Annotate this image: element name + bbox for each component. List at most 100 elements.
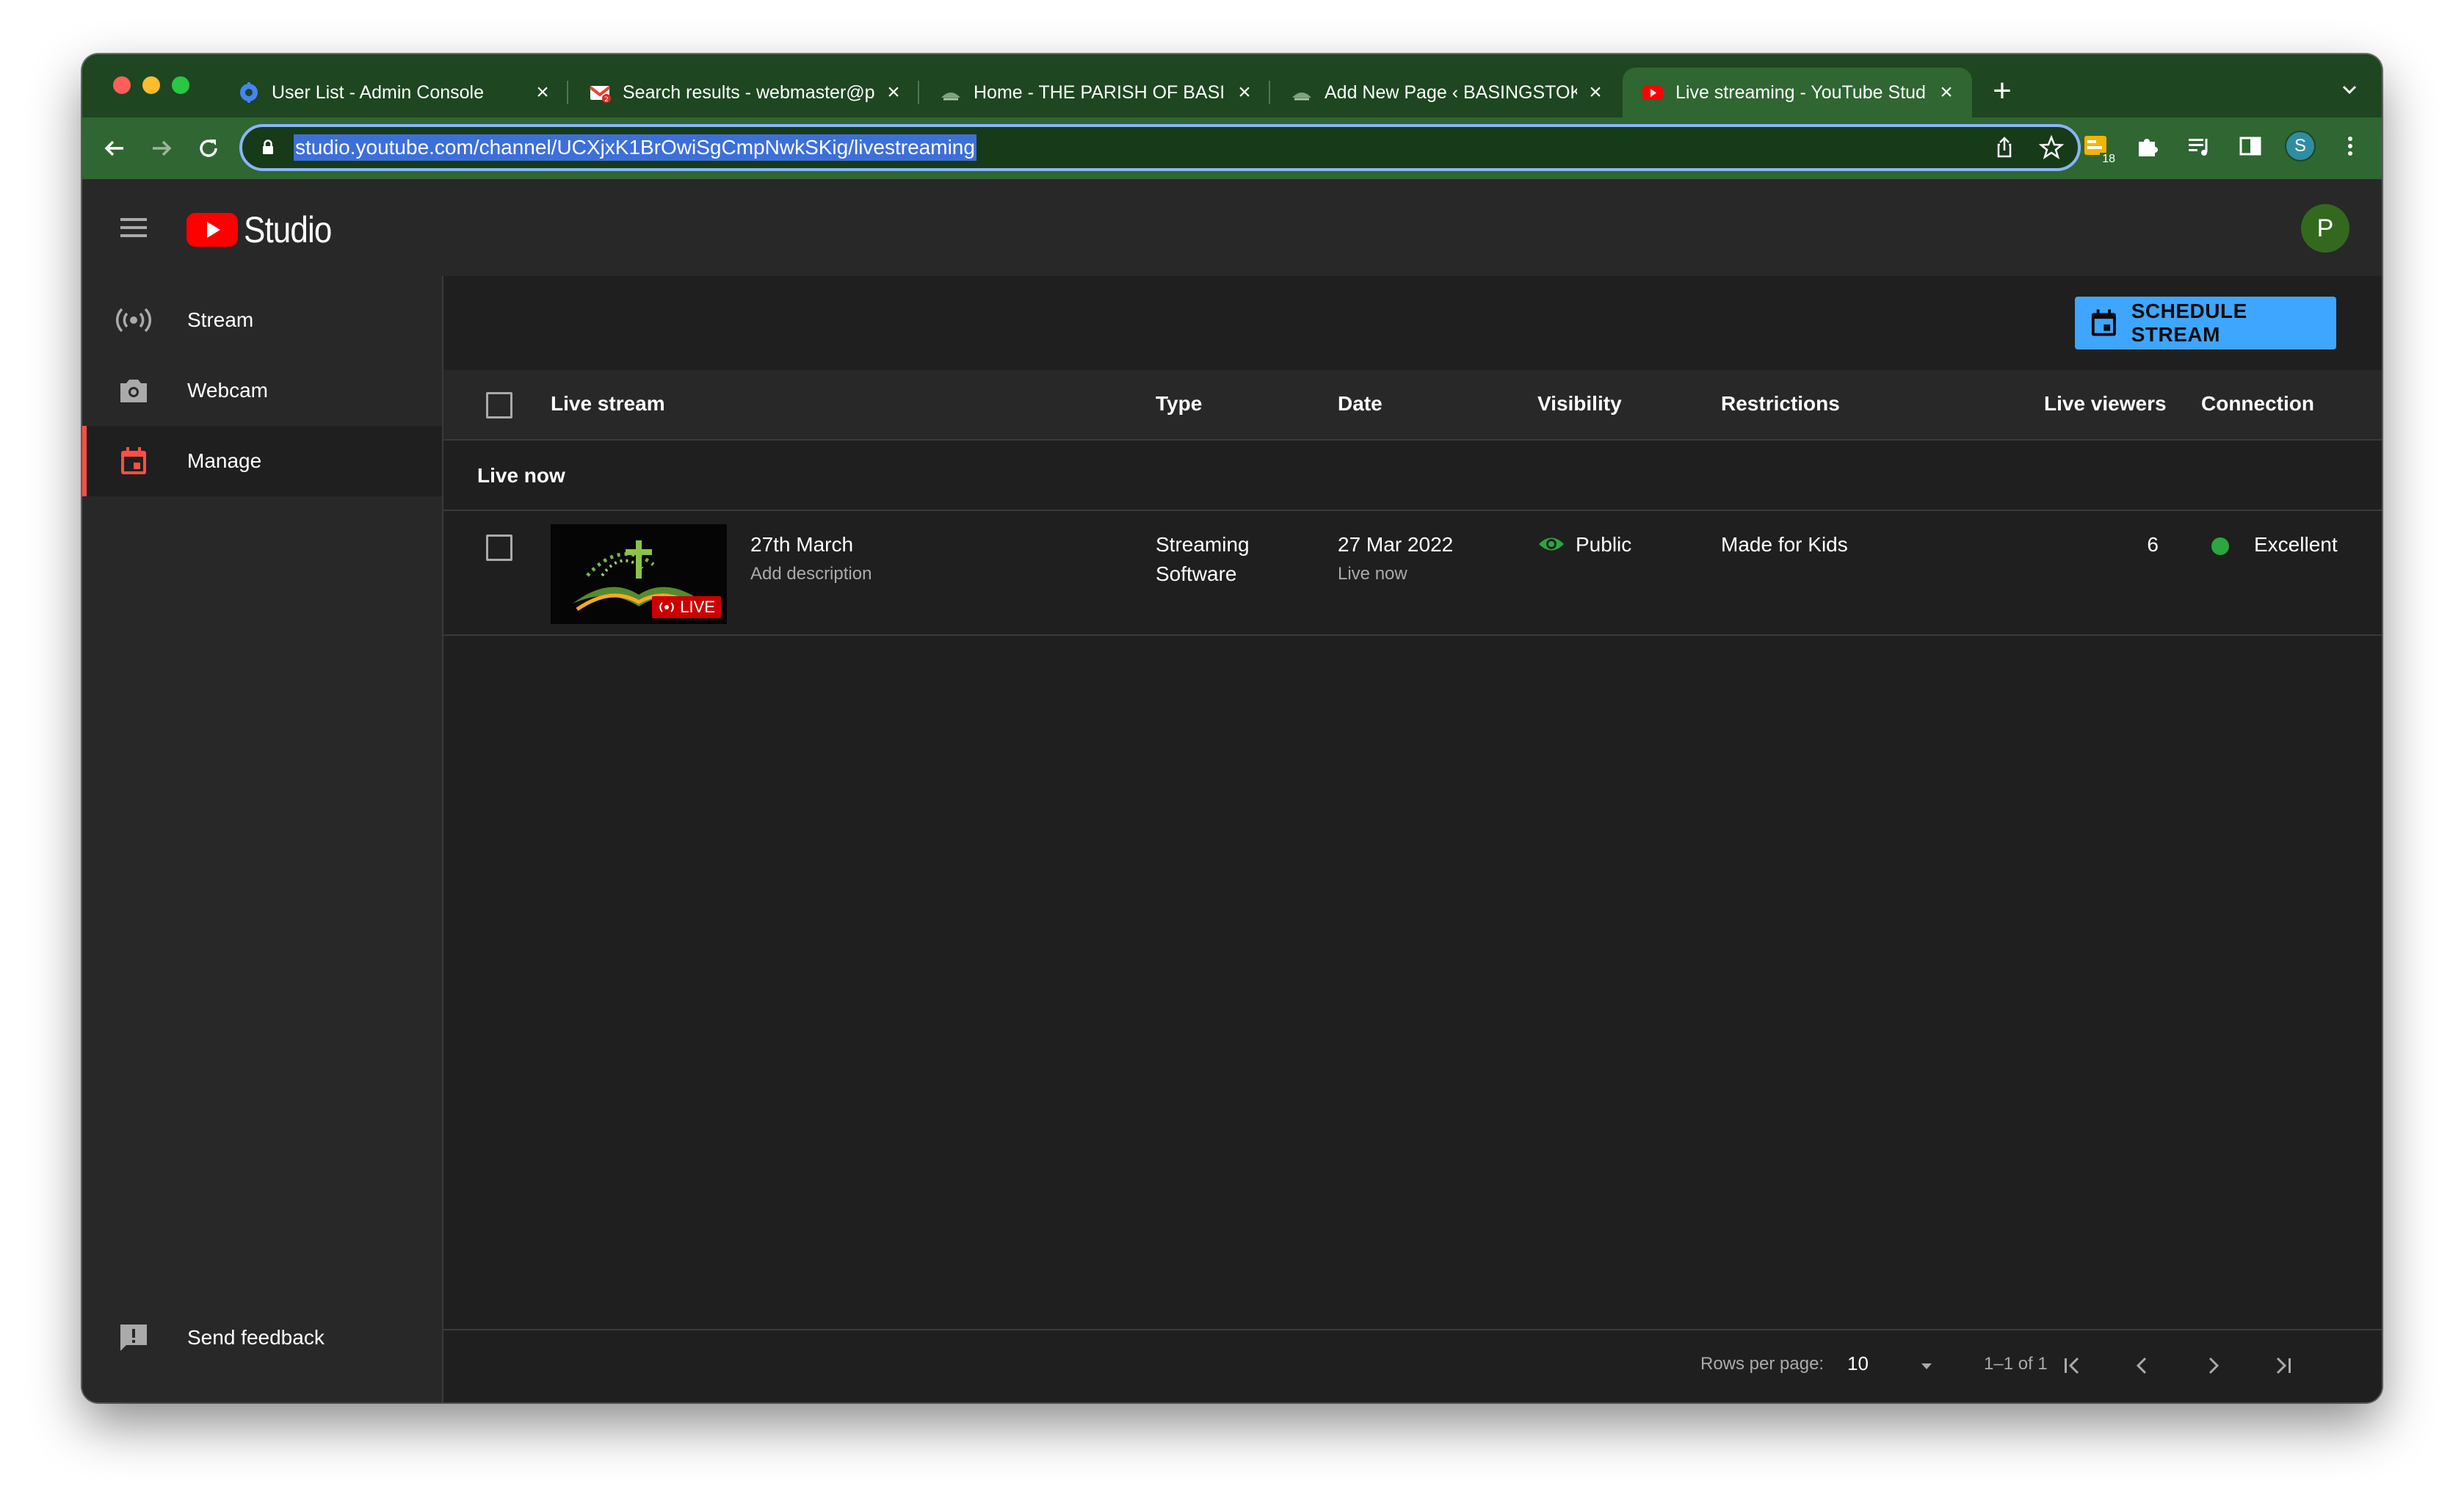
- table-row[interactable]: LIVE 27th March Add description Streamin…: [443, 511, 2382, 636]
- eye-icon[interactable]: [1537, 533, 1565, 555]
- youtube-icon: [1642, 81, 1664, 104]
- account-avatar[interactable]: P: [2301, 204, 2349, 253]
- row-checkbox[interactable]: [486, 535, 512, 561]
- column-header-visibility[interactable]: Visibility: [1537, 392, 1622, 416]
- last-page-icon[interactable]: [2266, 1348, 2301, 1383]
- media-control-icon[interactable]: [2182, 129, 2216, 163]
- gmail-icon: 2: [589, 81, 611, 104]
- sidebar-item-label: Manage: [187, 449, 262, 472]
- calendar-icon: [2091, 309, 2116, 336]
- minimize-window-button[interactable]: [142, 76, 160, 94]
- svg-text:2: 2: [604, 96, 609, 104]
- select-all-checkbox[interactable]: [486, 392, 512, 418]
- chevron-down-icon[interactable]: [1909, 1348, 1944, 1383]
- send-feedback-button[interactable]: Send feedback: [82, 1302, 442, 1373]
- forward-button[interactable]: [144, 131, 179, 166]
- next-page-icon[interactable]: [2195, 1348, 2231, 1383]
- admin-console-icon: [238, 81, 260, 104]
- lock-icon[interactable]: [257, 137, 279, 159]
- youtube-logo-icon: [186, 213, 238, 247]
- column-header-live-viewers[interactable]: Live viewers: [2044, 392, 2167, 416]
- extension-badge: 18: [2100, 153, 2117, 166]
- reload-button[interactable]: [191, 131, 226, 166]
- tab-title: User List - Admin Console: [272, 81, 485, 103]
- column-header-restrictions[interactable]: Restrictions: [1721, 392, 1840, 416]
- browser-toolbar: studio.youtube.com/channel/UCXjxK1BrOwiS…: [82, 117, 2382, 179]
- schedule-stream-label: SCHEDULE STREAM: [2131, 300, 2247, 346]
- sidebar-item-manage[interactable]: Manage: [82, 426, 442, 496]
- section-label: Live now: [477, 464, 565, 487]
- restrictions-value: Made for Kids: [1721, 533, 1848, 556]
- sidebar-item-webcam[interactable]: Webcam: [82, 355, 442, 426]
- back-button[interactable]: [97, 131, 132, 166]
- first-page-icon[interactable]: [2054, 1348, 2090, 1383]
- maximize-window-button[interactable]: [172, 76, 189, 94]
- browser-profile-avatar[interactable]: S: [2285, 131, 2316, 162]
- calendar-icon: [116, 443, 151, 479]
- tab-search-chevron-icon[interactable]: [2336, 76, 2363, 103]
- tab-close-icon[interactable]: ×: [1935, 81, 1957, 104]
- connection-status-dot: [2211, 537, 2229, 555]
- tab-title: Add New Page ‹ BASINGSTOK: [1325, 81, 1577, 103]
- feedback-icon: [116, 1320, 151, 1355]
- column-header-connection[interactable]: Connection: [2201, 392, 2314, 416]
- rows-per-page-select[interactable]: 10: [1847, 1352, 1869, 1375]
- studio-header: Studio P: [82, 179, 2382, 276]
- stream-date: 27 Mar 2022: [1338, 533, 1454, 556]
- share-icon[interactable]: [1991, 134, 2018, 164]
- url-text[interactable]: studio.youtube.com/channel/UCXjxK1BrOwiS…: [294, 134, 976, 161]
- arrow-right-icon: [153, 140, 172, 156]
- live-badge: LIVE: [652, 596, 721, 618]
- previous-page-icon[interactable]: [2125, 1348, 2160, 1383]
- tab-admin-console[interactable]: User List - Admin Console ×: [219, 68, 568, 117]
- broadcast-icon: [116, 302, 151, 338]
- column-header-date[interactable]: Date: [1338, 392, 1383, 416]
- tab-parish-home[interactable]: Home - THE PARISH OF BASIN ×: [921, 68, 1270, 117]
- browser-menu-icon[interactable]: [2333, 129, 2367, 163]
- camera-icon: [116, 373, 151, 408]
- tab-title: Home - THE PARISH OF BASIN: [974, 81, 1226, 103]
- add-description-link[interactable]: Add description: [750, 559, 872, 589]
- logo-text: Studio: [244, 209, 332, 250]
- tab-gmail-search[interactable]: 2 Search results - webmaster@p ×: [570, 68, 919, 117]
- tab-close-icon[interactable]: ×: [1584, 81, 1606, 104]
- table-header: Live stream Type Date Visibility Restric…: [443, 370, 2382, 441]
- tab-youtube-studio[interactable]: Live streaming - YouTube Stud ×: [1623, 68, 1972, 117]
- visibility-value[interactable]: Public: [1576, 530, 1631, 559]
- schedule-stream-button[interactable]: SCHEDULE STREAM: [2075, 297, 2336, 349]
- main-content: SCHEDULE STREAM Live stream Type Date Vi…: [443, 276, 2382, 1402]
- pagination-range: 1–1 of 1: [1984, 1354, 2048, 1374]
- bookmark-star-icon[interactable]: [2038, 134, 2065, 164]
- tab-close-icon[interactable]: ×: [883, 81, 905, 104]
- browser-window: User List - Admin Console × 2 Search res…: [82, 54, 2382, 1402]
- sidebar-item-label: Webcam: [187, 379, 268, 402]
- connection-value: Excellent: [2254, 533, 2338, 556]
- column-header-live-stream[interactable]: Live stream: [551, 392, 665, 416]
- sidebar-item-stream[interactable]: Stream: [82, 285, 442, 355]
- extension-notes-icon[interactable]: 18: [2079, 129, 2117, 166]
- live-badge-text: LIVE: [680, 598, 715, 616]
- tab-close-icon[interactable]: ×: [532, 81, 554, 104]
- stream-thumbnail[interactable]: LIVE: [551, 524, 727, 624]
- menu-icon[interactable]: [117, 211, 150, 244]
- send-feedback-label: Send feedback: [187, 1326, 325, 1349]
- new-tab-button[interactable]: +: [1984, 73, 2021, 110]
- close-window-button[interactable]: [113, 76, 131, 94]
- address-bar[interactable]: studio.youtube.com/channel/UCXjxK1BrOwiS…: [239, 124, 2081, 171]
- sidebar: Stream Webcam Manage Send feedback: [82, 276, 443, 1402]
- stream-title[interactable]: 27th March: [750, 530, 853, 559]
- tab-close-icon[interactable]: ×: [1233, 81, 1255, 104]
- table-pagination: Rows per page: 10 1–1 of 1: [443, 1329, 2382, 1402]
- broadcast-icon: [659, 602, 674, 612]
- column-header-type[interactable]: Type: [1156, 392, 1202, 416]
- tab-add-new-page[interactable]: Add New Page ‹ BASINGSTOK ×: [1272, 68, 1621, 117]
- extensions-puzzle-icon[interactable]: [2131, 129, 2164, 163]
- studio-app: Studio P Stream Webcam Manage Send feedb…: [82, 179, 2382, 1402]
- tab-strip: User List - Admin Console × 2 Search res…: [82, 54, 2382, 117]
- side-panel-icon[interactable]: [2233, 129, 2267, 163]
- reload-icon: [200, 139, 217, 157]
- tab-title: Search results - webmaster@p: [623, 81, 875, 103]
- tab-title: Live streaming - YouTube Stud: [1675, 81, 1926, 103]
- studio-logo[interactable]: Studio: [186, 209, 344, 251]
- section-live-now: Live now: [443, 441, 2382, 511]
